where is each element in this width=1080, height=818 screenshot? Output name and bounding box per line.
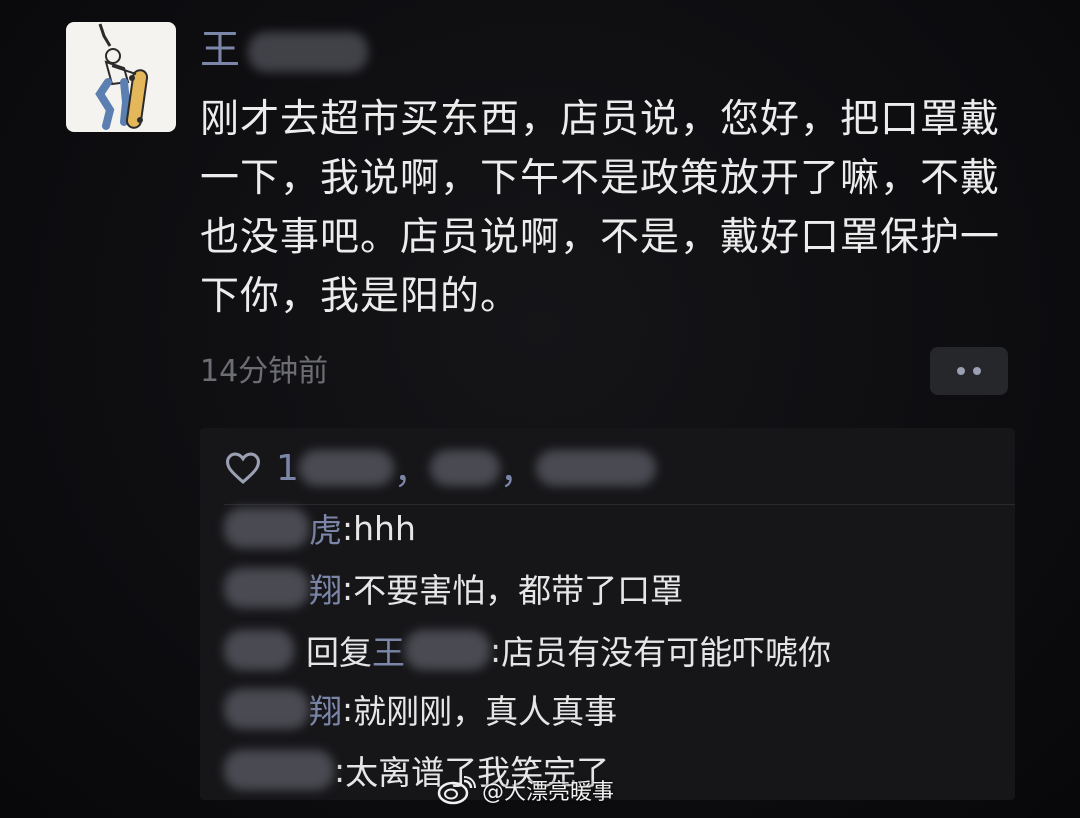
comment-row[interactable]: 翔 : 就刚刚，真人真事 — [224, 681, 617, 737]
commenter-name[interactable] — [224, 750, 334, 790]
comment-text: 店员有没有可能吓唬你 — [501, 633, 832, 672]
comment-separator: : — [342, 568, 354, 608]
commenter-name-fragment: 虎 — [309, 511, 342, 550]
reply-target-name[interactable]: 王 — [372, 626, 490, 674]
avatar[interactable] — [66, 22, 176, 132]
comment-separator: : — [342, 508, 354, 548]
redaction-blur — [224, 568, 309, 608]
moments-screenshot: 王 刚才去超市买东西，店员说，您好，把口罩戴一下，我说啊，下午不是政策放开了嘛，… — [0, 0, 1080, 818]
redaction-blur — [224, 630, 294, 670]
heart-outline-icon — [225, 452, 261, 484]
more-button[interactable] — [930, 347, 1008, 395]
more-dots-icon — [973, 367, 981, 375]
comment-text: 就刚刚，真人真事 — [353, 692, 618, 731]
more-dots-icon — [957, 367, 965, 375]
redaction-blur — [298, 450, 394, 486]
comment-row[interactable]: 翔 : 不要害怕，都带了口罩 — [224, 560, 683, 616]
liker-name-fragment[interactable]: 1 — [276, 448, 299, 489]
watermark: @大漂亮暖事 — [436, 774, 614, 806]
comment-text: hhh — [353, 508, 416, 548]
skateboarder-illustration — [95, 23, 149, 130]
author-name[interactable]: 王 — [200, 22, 368, 82]
commenter-name[interactable] — [224, 630, 306, 670]
liker-separator: ， — [393, 451, 430, 492]
comment-separator: : — [334, 750, 346, 790]
redaction-blur — [224, 689, 309, 729]
post-text: 刚才去超市买东西，店员说，您好，把口罩戴一下，我说啊，下午不是政策放开了嘛，不戴… — [200, 97, 1001, 319]
comment-separator: : — [342, 689, 354, 729]
post-timestamp: 14分钟前 — [200, 354, 329, 389]
comment-row[interactable]: 虎 : hhh — [224, 500, 416, 556]
commenter-name[interactable]: 翔 — [224, 685, 342, 733]
comment-text: 不要害怕，都带了口罩 — [353, 571, 684, 610]
redaction-blur — [429, 450, 500, 486]
liker-separator: ， — [499, 451, 536, 492]
commenter-name[interactable]: 翔 — [224, 564, 342, 612]
interaction-panel: 1 ， ， 虎 : hhh 翔 : 不要害怕，都带了口罩 回复 王: 店员有没… — [200, 428, 1015, 800]
redaction-blur — [405, 630, 490, 670]
reply-label: 回复 — [306, 633, 372, 672]
redaction-blur — [248, 32, 368, 72]
redaction-blur — [224, 750, 334, 790]
likes-row: 1 ， ， — [224, 440, 656, 496]
watermark-text: @大漂亮暖事 — [482, 780, 615, 805]
commenter-name-fragment: 翔 — [309, 692, 342, 731]
author-name-visible: 王 — [200, 27, 242, 73]
weibo-logo-icon — [437, 776, 476, 805]
redaction-blur — [224, 508, 309, 548]
commenter-name-fragment: 翔 — [309, 571, 342, 610]
comment-row[interactable]: 回复 王 : 店员有没有可能吓唬你 — [224, 622, 831, 678]
redaction-blur — [535, 450, 656, 486]
commenter-name[interactable]: 虎 — [224, 504, 342, 552]
comment-separator: : — [490, 630, 502, 670]
reply-target-fragment: 王 — [372, 633, 405, 672]
